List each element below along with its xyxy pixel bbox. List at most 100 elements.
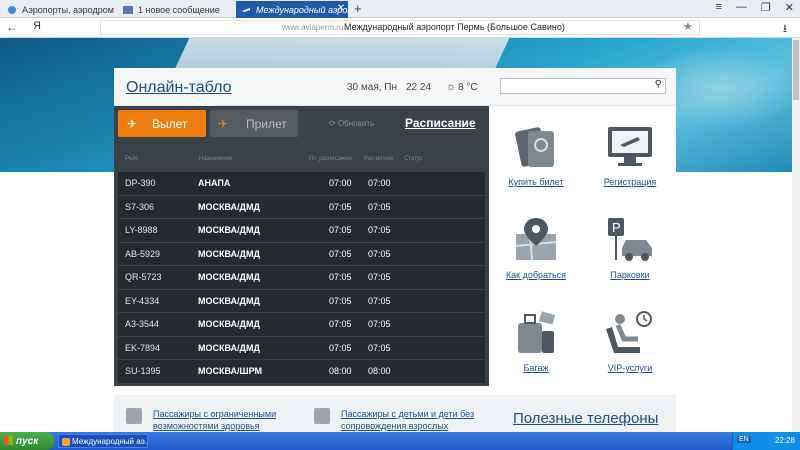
- start-button[interactable]: пуск: [0, 432, 54, 450]
- board-topbar: Онлайн-табло 30 мая, Пн 22 24 ☼ 8 °C ⚲: [114, 68, 676, 106]
- estimated-time: 07:05: [368, 342, 391, 353]
- estimated-time: 08:00: [368, 366, 391, 376]
- departures-button[interactable]: ✈ Вылет: [118, 110, 206, 137]
- flight-number: SU-1395: [125, 366, 161, 376]
- arrivals-button[interactable]: ✈ Прилет: [210, 110, 298, 137]
- scheduled-time: 07:05: [329, 295, 352, 306]
- window-controls: ≡ — ❐ ✕: [715, 1, 794, 14]
- vip-seat-icon: [606, 311, 652, 353]
- destination: МОСКВА/ДМД: [198, 272, 260, 282]
- table-row[interactable]: SU-1395 МОСКВА/ШРМ 08:00 08:00: [118, 360, 485, 383]
- table-row[interactable]: DP-390 АНАПА 07:00 07:00: [118, 172, 485, 195]
- children-link[interactable]: Пассажиры с детьми и дети без сопровожде…: [341, 408, 491, 432]
- checkin-label: Регистрация: [603, 177, 657, 187]
- new-tab-button[interactable]: +: [354, 1, 362, 16]
- destination: МОСКВА/ДМД: [198, 295, 260, 306]
- scheduled-time: 07:05: [329, 201, 352, 212]
- clock: 22:28: [774, 436, 795, 445]
- start-label: пуск: [16, 435, 39, 447]
- taskbar-browser-item[interactable]: Международный аэ...: [58, 434, 148, 448]
- estimated-time: 07:00: [368, 178, 391, 188]
- baggage-link[interactable]: Багаж: [496, 309, 576, 373]
- system-tray: EN 22:28: [732, 432, 800, 450]
- accessibility-link[interactable]: Пассажиры с ограниченными возможностями …: [153, 408, 303, 432]
- estimated-time: 07:05: [368, 272, 391, 282]
- table-row[interactable]: A3-3544 МОСКВА/ДМД 07:05 07:05: [118, 313, 485, 336]
- plane-takeoff-icon: ✈: [127, 117, 138, 131]
- page-title[interactable]: Онлайн-табло: [126, 79, 232, 97]
- col-destination: Назначение: [199, 156, 233, 162]
- parking-label: Парковки: [610, 270, 650, 280]
- table-row[interactable]: EY-4334 МОСКВА/ДМД 07:05 07:05: [118, 289, 485, 312]
- destination: МОСКВА/ДМД: [198, 201, 260, 212]
- back-arrow-icon[interactable]: ←: [6, 20, 18, 34]
- windows-logo-icon: [4, 436, 13, 445]
- refresh-button[interactable]: ⟳ Обновить: [329, 119, 374, 128]
- map-pin-icon: [515, 218, 557, 261]
- destination: АНАПА: [198, 178, 231, 188]
- search-icon[interactable]: ⚲: [655, 79, 662, 90]
- checkin-monitor-icon: [608, 127, 652, 166]
- minimize-icon[interactable]: —: [736, 1, 747, 14]
- tab-airport-active[interactable]: Международный аэропорт ✕: [236, 1, 348, 18]
- buy-ticket-link[interactable]: Купить билет: [496, 123, 576, 187]
- flight-rows: DP-390 АНАПА 07:00 07:00 S7-306 МОСКВА/ДМД 07…: [118, 172, 485, 384]
- scrollbar-thumb[interactable]: [793, 40, 799, 100]
- sun-icon: ☼: [446, 81, 457, 93]
- flight-number: QR-5723: [125, 272, 162, 282]
- address-bar: ← Я www.aviaperm.ru Международный аэропо…: [0, 18, 800, 38]
- yandex-logo[interactable]: Я: [33, 20, 41, 32]
- close-window-icon[interactable]: ✕: [785, 1, 794, 14]
- online-board-panel: Онлайн-табло 30 мая, Пн 22 24 ☼ 8 °C ⚲ ✈…: [114, 68, 676, 432]
- flight-number: EY-4334: [125, 295, 160, 306]
- table-row[interactable]: AB-5929 МОСКВА/ДМД 07:05 07:05: [118, 242, 485, 265]
- tab-messages[interactable]: 1 новое сообщение: [118, 1, 233, 18]
- globe-icon: [8, 5, 16, 14]
- parking-link[interactable]: P Парковки: [590, 216, 670, 280]
- browser-icon: [62, 438, 70, 446]
- flight-number: A3-3544: [125, 319, 160, 329]
- schedule-link[interactable]: Расписание: [405, 116, 476, 130]
- table-row[interactable]: EK-7894 МОСКВА/ДМД 07:05 07:05: [118, 336, 485, 359]
- url-domain: www.aviaperm.ru: [282, 23, 344, 32]
- tab-label: Аэропорты, аэродромы, мап: [22, 4, 114, 15]
- flight-number: LY-8988: [125, 225, 158, 235]
- table-row[interactable]: QR-5723 МОСКВА/ДМД 07:05 07:05: [118, 266, 485, 289]
- table-row[interactable]: S7-306 МОСКВА/ДМД 07:05 07:05: [118, 195, 485, 218]
- luggage-icon: [518, 311, 556, 353]
- directions-label: Как добраться: [505, 270, 567, 280]
- page-scrollbar[interactable]: [792, 38, 800, 432]
- board-column-headers: Рейс Назначение По расписанию Расчетное …: [114, 156, 489, 168]
- language-indicator[interactable]: EN: [737, 436, 751, 443]
- mail-icon: [123, 5, 133, 14]
- passport-ticket-icon: [515, 127, 554, 167]
- maximize-icon[interactable]: ❐: [761, 1, 771, 14]
- tab-airports[interactable]: Аэропорты, аэродромы, мап: [2, 1, 114, 18]
- url-page-title: Международный аэропорт Пермь (Большое Са…: [344, 22, 565, 32]
- parking-car-icon: P: [608, 218, 652, 261]
- flight-number: AB-5929: [125, 248, 161, 259]
- flight-number: DP-390: [125, 178, 156, 188]
- directions-link[interactable]: Как добраться: [496, 216, 576, 280]
- browser-tab-strip: Аэропорты, аэродромы, мап 1 новое сообще…: [0, 0, 800, 18]
- vip-link[interactable]: VIP-услуги: [590, 309, 670, 373]
- task-label: Международный аэ...: [72, 436, 148, 446]
- menu-icon[interactable]: ≡: [715, 1, 721, 14]
- destination: МОСКВА/ДМД: [198, 319, 260, 329]
- current-time: 22 24: [406, 82, 432, 93]
- table-row[interactable]: LY-8988 МОСКВА/ДМД 07:05 07:05: [118, 219, 485, 242]
- close-icon[interactable]: ✕: [336, 3, 344, 14]
- download-icon[interactable]: ⭳: [783, 20, 787, 39]
- col-scheduled: По расписанию: [309, 156, 353, 162]
- search-input[interactable]: ⚲: [500, 78, 666, 94]
- tab-label: 1 новое сообщение: [138, 4, 220, 15]
- scheduled-time: 07:05: [329, 319, 352, 329]
- plane-favicon-icon: [242, 7, 250, 12]
- checkin-link[interactable]: Регистрация: [590, 123, 670, 187]
- destination: МОСКВА/ШРМ: [198, 366, 262, 376]
- useful-phones-link[interactable]: Полезные телефоны: [513, 410, 658, 427]
- bookmark-star-icon[interactable]: ★: [683, 20, 693, 33]
- col-estimated: Расчетное: [364, 156, 394, 162]
- tab-label: Международный аэропорт: [256, 4, 348, 15]
- estimated-time: 07:05: [368, 248, 391, 259]
